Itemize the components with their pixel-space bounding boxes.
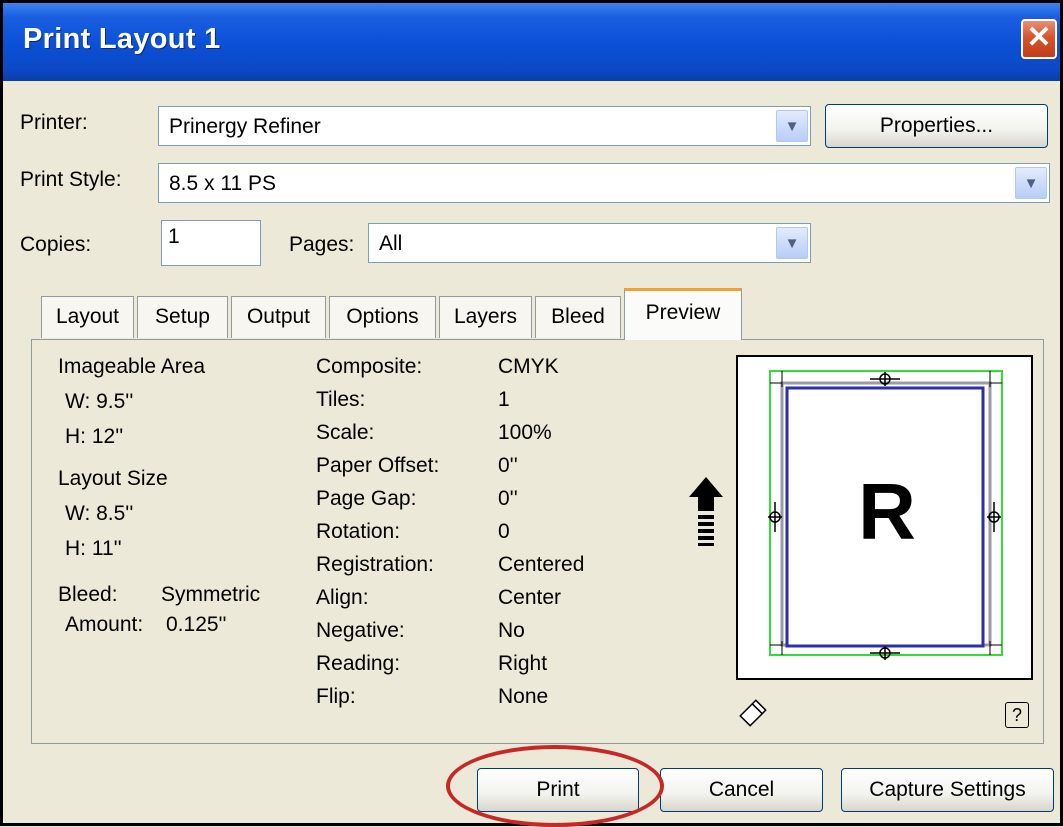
tab-output[interactable]: Output [231,296,326,338]
setting-value: CMYK [498,355,559,378]
chevron-down-icon[interactable]: ▼ [776,110,808,142]
setting-label: Flip: [316,685,356,708]
copies-input[interactable]: 1 [161,220,261,266]
title-bar: Print Layout 1 ✕ [3,3,1060,81]
highlight-circle [446,745,664,827]
printer-label: Printer: [20,111,88,134]
bleed-amount-value: 0.125'' [166,613,227,636]
setting-value: No [498,619,525,642]
setting-value: 1 [498,388,510,411]
page-preview: R [736,355,1033,680]
rotate-icon[interactable] [736,696,770,730]
setting-label: Scale: [316,421,375,444]
tab-setup[interactable]: Setup [137,296,228,338]
setting-value: 0'' [498,454,518,477]
tab-bleed[interactable]: Bleed [535,296,621,338]
setting-label: Paper Offset: [316,454,440,477]
tab-layers[interactable]: Layers [439,296,532,338]
bleed-label: Bleed: [58,583,118,606]
close-button[interactable]: ✕ [1021,19,1057,59]
setting-label: Registration: [316,553,434,576]
setting-label: Rotation: [316,520,401,543]
setting-value: 0'' [498,487,518,510]
imageable-area-title: Imageable Area [58,355,206,378]
setting-value: 100% [498,421,552,444]
setting-value: 0 [498,520,510,543]
setting-label: Composite: [316,355,423,378]
bleed-amount-label: Amount: [65,613,144,636]
setting-value: Right [498,652,548,675]
imageable-area-height: H: 12'' [65,425,124,448]
setting-label: Reading: [316,652,401,675]
setting-value: None [498,685,549,708]
printer-value: Prinergy Refiner [169,115,321,138]
tab-options[interactable]: Options [329,296,436,338]
tab-layout[interactable]: Layout [41,296,134,338]
setting-value: Centered [498,553,585,576]
print-style-label: Print Style: [20,168,122,191]
help-icon[interactable]: ? [1005,702,1029,728]
tab-preview[interactable]: Preview [624,288,742,340]
page-preview-letter: R [858,467,916,556]
bleed-value: Symmetric [161,583,261,606]
setting-value: Center [498,586,562,609]
print-layout-dialog: Print Layout 1 ✕ Printer: Prinergy Refin… [0,0,1063,827]
orientation-arrow-icon [689,477,723,546]
setting-label: Align: [316,586,369,609]
printer-select[interactable]: Prinergy Refiner ▼ [158,106,811,146]
capture-settings-button[interactable]: Capture Settings [841,768,1054,812]
print-style-select[interactable]: 8.5 x 11 PS ▼ [158,163,1050,203]
layout-size-height: H: 11'' [65,537,122,560]
pages-value: All [379,232,403,255]
setting-label: Tiles: [316,388,366,411]
print-style-value: 8.5 x 11 PS [169,172,277,195]
setting-label: Page Gap: [316,487,417,510]
pages-label: Pages: [289,233,355,256]
cancel-button[interactable]: Cancel [660,768,823,812]
window-title: Print Layout 1 [23,23,221,55]
setting-label: Negative: [316,619,405,642]
pages-select[interactable]: All ▼ [368,223,811,263]
layout-size-title: Layout Size [58,467,168,490]
chevron-down-icon[interactable]: ▼ [1015,167,1047,199]
layout-size-width: W: 8.5'' [65,502,134,525]
copies-value: 1 [168,225,180,248]
properties-button[interactable]: Properties... [825,104,1048,148]
imageable-area-width: W: 9.5'' [65,390,134,413]
chevron-down-icon[interactable]: ▼ [776,227,808,259]
copies-label: Copies: [20,233,92,256]
